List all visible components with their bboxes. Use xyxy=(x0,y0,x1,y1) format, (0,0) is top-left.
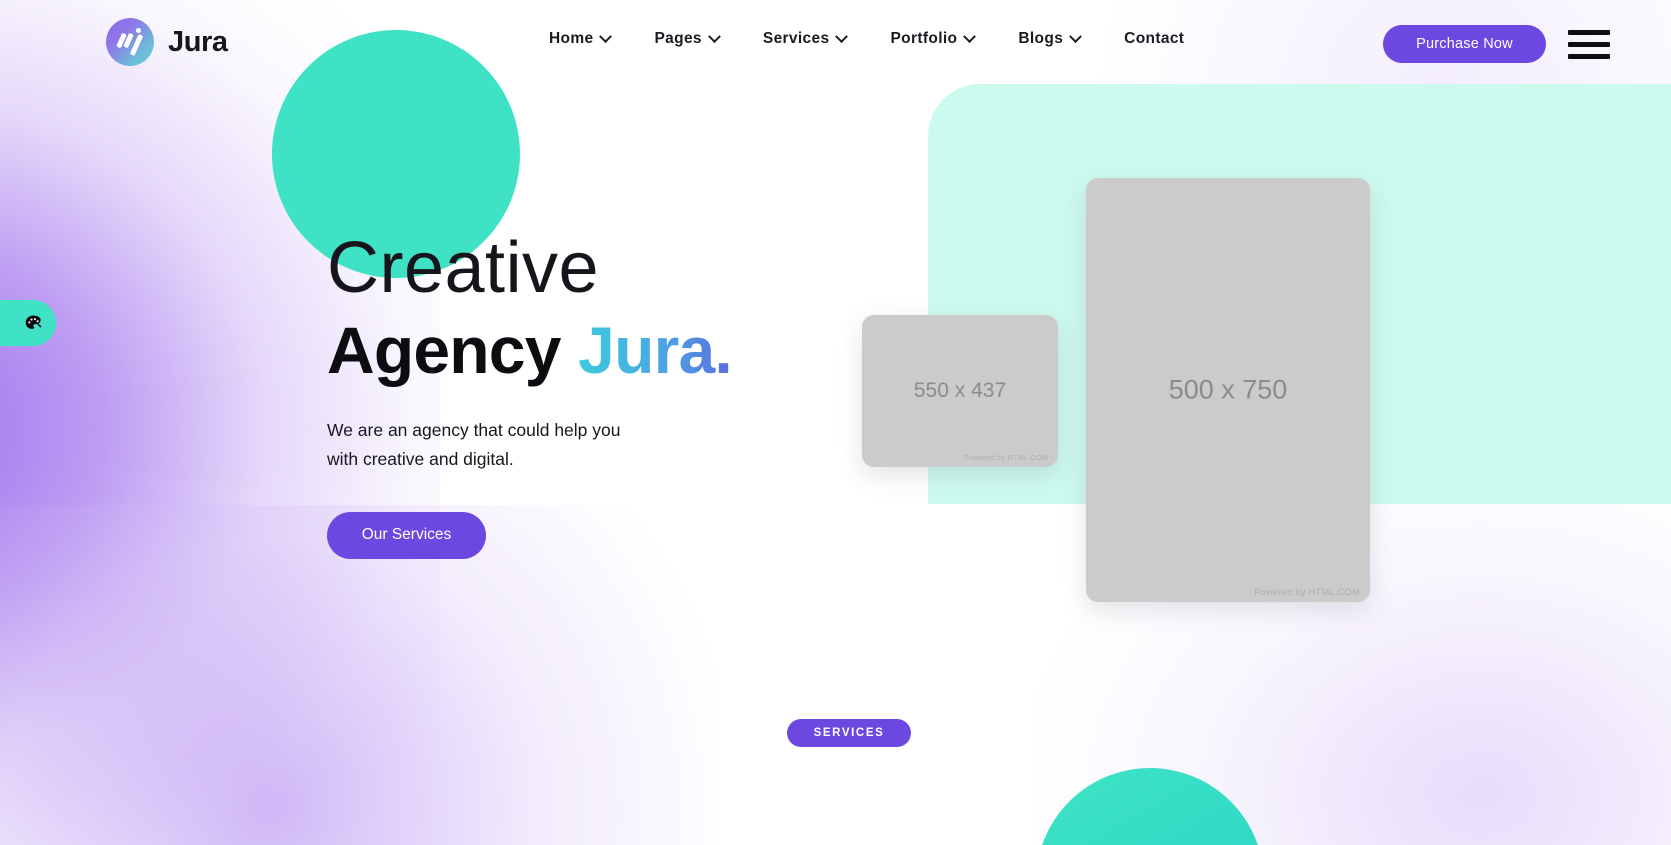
chevron-down-icon xyxy=(599,29,613,43)
nav-item-pages[interactable]: Pages xyxy=(632,29,740,48)
nav-item-contact[interactable]: Contact xyxy=(1102,30,1206,48)
services-section-badge[interactable]: SERVICES xyxy=(787,719,911,747)
nav-label: Blogs xyxy=(1018,30,1064,47)
placeholder-dimensions-label: 550 x 437 xyxy=(913,379,1007,402)
nav-item-blogs[interactable]: Blogs xyxy=(996,29,1102,48)
chevron-down-icon xyxy=(835,29,849,43)
nav-label: Pages xyxy=(654,30,702,47)
teal-circle-decoration-bottom xyxy=(1036,768,1264,845)
hero-section: Creative Agency Jura. We are an agency t… xyxy=(327,232,887,559)
hero-headline-jura: Jura. xyxy=(578,313,733,387)
nav-label: Home xyxy=(549,30,594,47)
chevron-down-icon xyxy=(1069,29,1083,43)
jura-slash-logo-icon xyxy=(106,18,154,66)
brand-name: Jura xyxy=(168,25,228,58)
placeholder-credit-label: Powered by HTML.COM xyxy=(1254,587,1360,597)
landing-page: Jura Home Pages Services Portfolio Blogs xyxy=(0,0,1671,845)
hero-headline-line2: Agency Jura. xyxy=(327,313,887,388)
image-placeholder-large[interactable]: 500 x 750 Powered by HTML.COM xyxy=(1086,178,1370,602)
nav-label: Contact xyxy=(1124,30,1185,47)
purchase-now-button[interactable]: Purchase Now xyxy=(1383,25,1546,63)
nav-item-home[interactable]: Home xyxy=(527,29,632,48)
nav-label: Services xyxy=(762,30,830,47)
nav-item-services[interactable]: Services xyxy=(741,29,869,48)
theme-switcher-tab[interactable] xyxy=(0,300,56,346)
chevron-down-icon xyxy=(708,29,721,43)
nav-item-portfolio[interactable]: Portfolio xyxy=(868,29,996,48)
nav-label: Portfolio xyxy=(890,30,958,47)
hero-headline-line1: Creative xyxy=(327,228,600,308)
chevron-down-icon xyxy=(963,29,977,43)
main-navigation: Home Pages Services Portfolio Blogs Cont… xyxy=(527,29,1206,48)
image-placeholder-small[interactable]: 550 x 437 Powered by HTML.COM xyxy=(862,315,1058,467)
palette-icon xyxy=(23,313,43,333)
hamburger-menu-icon[interactable] xyxy=(1568,25,1610,63)
hero-paragraph: We are an agency that could help you wit… xyxy=(327,419,621,469)
placeholder-dimensions-label: 500 x 750 xyxy=(1168,374,1288,405)
placeholder-credit-label: Powered by HTML.COM xyxy=(964,455,1048,462)
site-header: Jura Home Pages Services Portfolio Blogs xyxy=(0,0,1671,86)
our-services-button[interactable]: Our Services xyxy=(327,511,486,559)
brand-logo[interactable]: Jura xyxy=(106,18,228,66)
hero-headline-agency: Agency xyxy=(327,313,561,387)
